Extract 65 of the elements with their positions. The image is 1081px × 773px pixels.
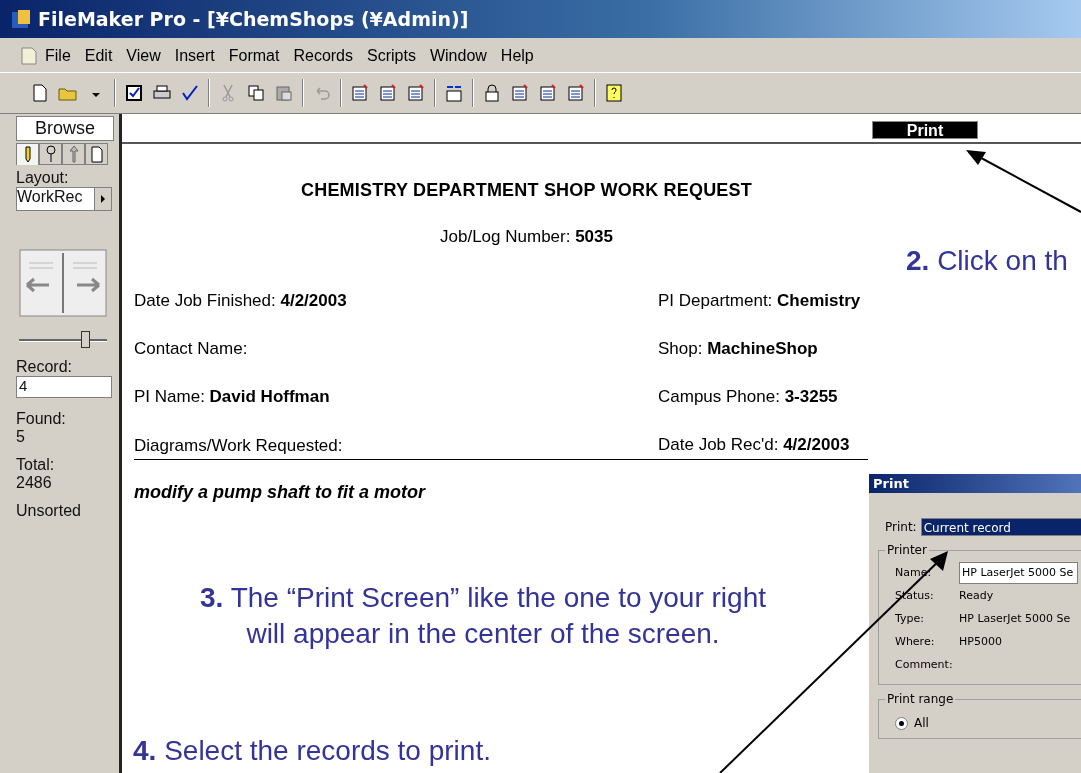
copy-icon[interactable] [246, 83, 266, 103]
field-label: Where: [895, 635, 936, 648]
menu-item[interactable]: Records [286, 45, 360, 67]
checkbox-icon[interactable] [124, 83, 144, 103]
record-label: Record: [16, 358, 74, 376]
form-field: PI Name: David Hoffman [134, 387, 652, 407]
magnifier-icon [43, 144, 58, 164]
form-title: CHEMISTRY DEPARTMENT SHOP WORK REQUEST [300, 180, 753, 201]
mode-tab[interactable] [85, 143, 108, 165]
paste-icon[interactable] [274, 83, 294, 103]
found-label: Found: [16, 410, 67, 428]
caret-icon [100, 195, 106, 203]
menu-item[interactable]: Window [422, 45, 494, 67]
window-title: FileMaker Pro - [¥ChemShops (¥Admin)] [38, 8, 469, 30]
menu-item[interactable]: Edit [77, 45, 120, 67]
dialog-title: Print [869, 474, 1081, 493]
field-label: Comment: [895, 658, 954, 671]
printer-name-field[interactable]: HP LaserJet 5000 Se [959, 561, 1079, 584]
record-field[interactable]: 4 [16, 376, 112, 398]
slider-thumb[interactable] [81, 331, 90, 348]
sort-status: Unsorted [16, 502, 82, 520]
menu-item[interactable]: Format [221, 45, 287, 67]
field-label: Type: [895, 612, 925, 625]
field-value: HP LaserJet 5000 Se [959, 612, 1071, 625]
radio-button[interactable] [895, 716, 908, 730]
instruction-text: 2. Click on th [906, 245, 1068, 277]
instruction-text: 4. Select the records to print. [133, 735, 491, 767]
total-label: Total: [16, 456, 56, 474]
pin-icon [66, 144, 81, 164]
field-value: Ready [959, 589, 994, 602]
form-field: Contact Name: [134, 339, 652, 359]
mode-tab[interactable] [39, 143, 62, 165]
print-dropdown[interactable]: Current record [920, 518, 1081, 536]
instruction-text: 3. The “Print Screen” like the one to your right will appear in the center of the screen. [200, 581, 766, 651]
form-field: Campus Phone: 3-3255 [652, 387, 1081, 407]
field-value: HP5000 [959, 635, 1002, 648]
new-document-icon[interactable] [30, 83, 50, 103]
layout-dropdown[interactable]: WorkRec [16, 187, 112, 211]
help-icon[interactable] [604, 83, 624, 103]
lock-icon[interactable] [482, 83, 502, 103]
print-button[interactable]: Print [872, 121, 978, 139]
mode-label: Browse [16, 116, 114, 141]
menu-item[interactable]: View [119, 45, 168, 67]
found-count: 5 [16, 428, 26, 446]
menu-item[interactable]: Scripts [360, 45, 423, 67]
book-icon[interactable] [19, 249, 107, 317]
menu-item[interactable]: Insert [167, 45, 222, 67]
form-field: Date Job Rec'd: 4/2/2003 [652, 435, 1081, 455]
work-description: modify a pump shaft to fit a motor [134, 482, 425, 503]
new-record-icon[interactable] [350, 83, 370, 103]
app-icon [10, 8, 32, 30]
group-label: Print range [885, 692, 956, 706]
radio-label[interactable]: All [914, 716, 929, 730]
layout-label: Layout: [16, 169, 70, 187]
form-field: Date Job Finished: 4/2/2003 [134, 291, 652, 311]
form-field: Job/Log Number: 5035 [122, 227, 1081, 247]
form-field: Shop: MachineShop [652, 339, 1081, 359]
menu-item[interactable]: File [38, 45, 78, 67]
mode-tab[interactable] [16, 143, 39, 165]
group-label: Printer [885, 543, 929, 557]
print-label: Print: [885, 520, 917, 534]
menu-item[interactable]: Help [493, 45, 541, 67]
total-count: 2486 [16, 474, 53, 492]
form-field: PI Department: Chemistry [652, 291, 1081, 311]
page-icon [89, 144, 104, 164]
